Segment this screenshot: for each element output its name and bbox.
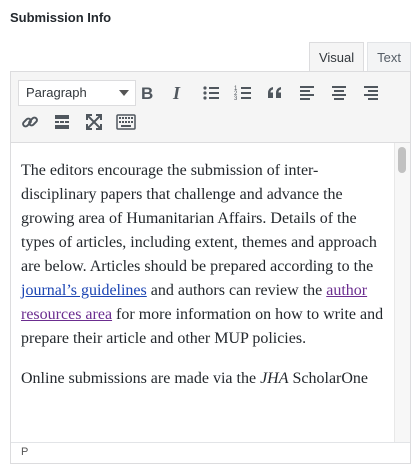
chevron-down-icon [119,90,129,96]
format-select[interactable]: Paragraph [18,80,136,106]
align-center-icon [329,83,349,103]
editor-scrollbar[interactable] [394,143,410,443]
editor-statusbar: P [11,442,410,463]
blockquote-button[interactable] [262,80,288,106]
content-paragraph: Online submissions are made via the JHA … [21,370,369,387]
numbered-list-icon: 1 2 3 [233,83,253,103]
align-left-button[interactable] [294,80,320,106]
blockquote-icon [265,83,285,103]
section-title: Submission Info [10,10,112,25]
tab-text[interactable]: Text [367,42,411,71]
fullscreen-button[interactable] [81,109,107,135]
editor-tabs: Visual Text [308,42,411,72]
editor-toolbar: Paragraph B I 1 2 3 [11,72,410,143]
numbered-list-button[interactable]: 1 2 3 [230,80,256,106]
read-more-button[interactable] [49,109,75,135]
scrollbar-thumb[interactable] [398,147,406,173]
toolbar-toggle-icon [116,112,136,132]
align-right-button[interactable] [358,80,384,106]
journal-guidelines-link[interactable]: journal’s guidelines [21,282,147,299]
rich-text-editor: Paragraph B I 1 2 3 The editors encourag… [10,71,411,464]
italic-button[interactable]: I [165,80,191,106]
svg-text:I: I [172,83,181,103]
italic-icon: I [168,83,188,103]
align-center-button[interactable] [326,80,352,106]
bullet-list-icon [201,83,221,103]
format-select-value: Paragraph [26,85,87,100]
tab-visual[interactable]: Visual [308,42,365,72]
insert-link-button[interactable] [17,109,43,135]
content-paragraph: The editors encourage the submission of … [21,162,384,347]
editor-content[interactable]: The editors encourage the submission of … [11,143,394,443]
svg-text:B: B [141,84,153,103]
align-right-icon [361,83,381,103]
bold-icon: B [137,83,157,103]
link-icon [20,112,40,132]
svg-text:3: 3 [234,96,238,102]
align-left-icon [297,83,317,103]
element-path[interactable]: P [21,446,28,458]
bold-button[interactable]: B [134,80,160,106]
bullet-list-button[interactable] [198,80,224,106]
toolbar-toggle-button[interactable] [113,109,139,135]
journal-abbreviation: JHA [260,370,289,387]
read-more-icon [52,112,72,132]
fullscreen-icon [84,112,104,132]
